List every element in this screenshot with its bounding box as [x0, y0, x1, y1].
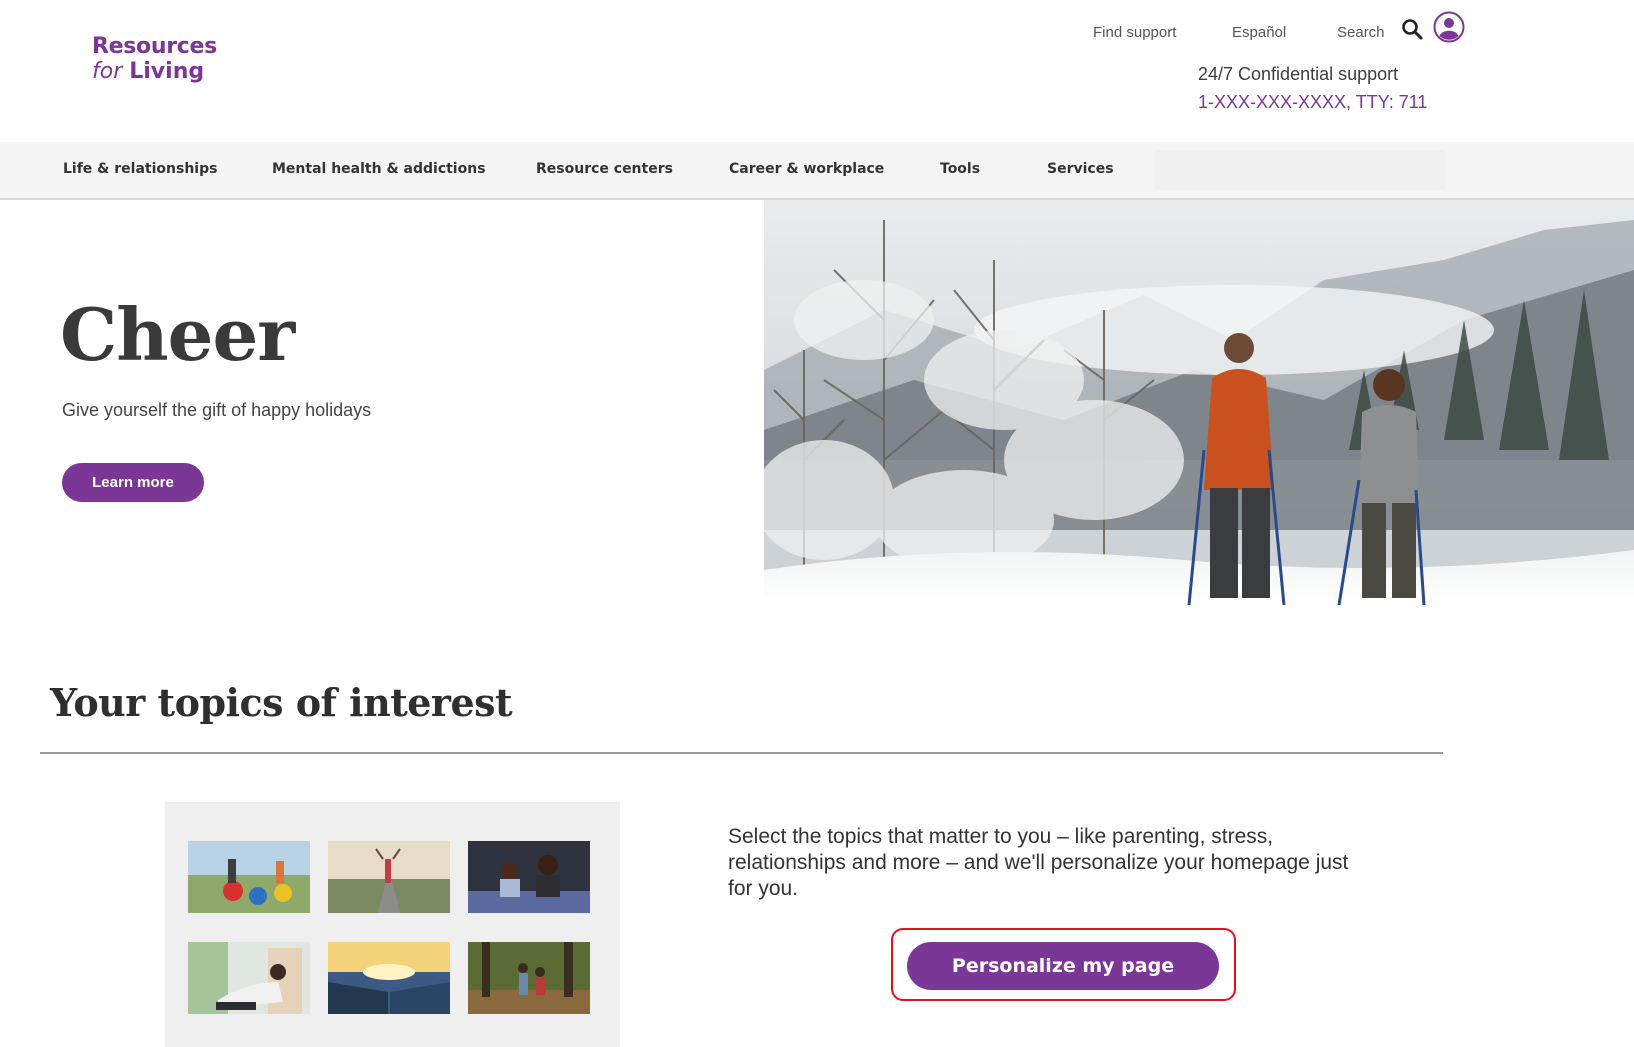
search-icon[interactable] — [1400, 17, 1424, 41]
winter-hikers-scene — [764, 200, 1634, 605]
espanol-link[interactable]: Español — [1232, 24, 1286, 41]
section-divider — [40, 752, 1443, 754]
support-phone-link[interactable]: 1-XXX-XXX-XXXX, TTY: 711 — [1198, 92, 1427, 113]
thumbnail-family-play — [188, 841, 310, 913]
nav-mental-health[interactable]: Mental health & addictions — [272, 161, 486, 177]
meditation-image — [468, 841, 590, 913]
search-link[interactable]: Search — [1337, 24, 1385, 41]
thumbnail-forest-walk — [468, 942, 590, 1014]
learn-more-button[interactable]: Learn more — [62, 463, 204, 502]
thumbnail-meditation — [468, 841, 590, 913]
logo-living: Living — [129, 59, 205, 85]
thumbnail-sunset-feet — [328, 942, 450, 1014]
nav-resource-centers[interactable]: Resource centers — [536, 161, 673, 177]
thumbnail-relaxing — [188, 942, 310, 1014]
user-icon[interactable] — [1433, 11, 1465, 43]
cyclist-image — [328, 841, 450, 913]
hero-image — [764, 200, 1634, 605]
thumbnail-cyclist — [328, 841, 450, 913]
logo-line-2: for Living — [92, 59, 217, 84]
find-support-link[interactable]: Find support — [1093, 24, 1176, 41]
nav-career-workplace[interactable]: Career & workplace — [729, 161, 884, 177]
relaxing-image — [188, 942, 310, 1014]
topics-description: Select the topics that matter to you – l… — [728, 825, 1349, 900]
nav-tools[interactable]: Tools — [940, 161, 980, 177]
hero-title: Cheer — [60, 292, 295, 377]
main-nav: Life & relationships Mental health & add… — [0, 142, 1634, 200]
logo-for: for — [92, 59, 123, 85]
nav-life-relationships[interactable]: Life & relationships — [63, 161, 217, 177]
support-label: 24/7 Confidential support — [1198, 64, 1399, 84]
sunset-feet-image — [328, 942, 450, 1014]
topics-thumbnail-panel — [165, 802, 620, 1047]
personalize-my-page-button[interactable]: Personalize my page — [907, 942, 1219, 990]
logo[interactable]: Resources for Living — [92, 34, 217, 85]
hero-subtitle: Give yourself the gift of happy holidays — [62, 400, 372, 420]
forest-walk-image — [468, 942, 590, 1014]
nav-empty-area — [1155, 150, 1445, 190]
logo-line-1: Resources — [92, 34, 217, 59]
nav-services[interactable]: Services — [1047, 161, 1114, 177]
topics-heading: Your topics of interest — [50, 680, 513, 725]
family-play-image — [188, 841, 310, 913]
